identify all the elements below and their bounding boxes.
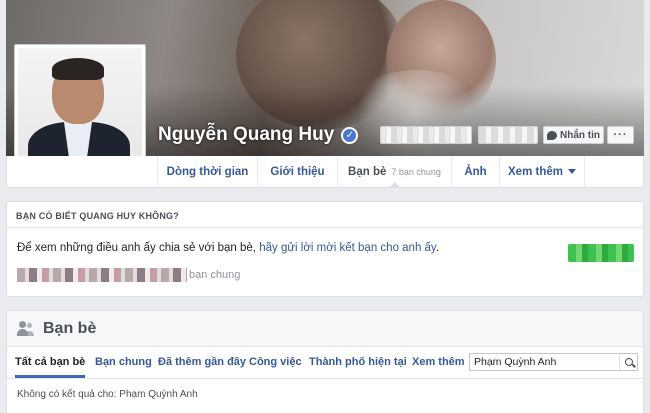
tab-photos[interactable]: Ảnh	[451, 156, 499, 187]
add-friend-button[interactable]	[568, 244, 634, 262]
verified-icon: ✓	[341, 126, 359, 144]
profile-name[interactable]: Nguyễn Quang Huy ✓	[158, 124, 359, 146]
friends-title: Bạn bè	[43, 319, 97, 337]
tab-label: Bạn bè	[348, 165, 387, 178]
tab-all-friends[interactable]: Tất cả bạn bè	[15, 356, 86, 378]
card-text-start: Để xem những điều anh ấy chia sẻ với bạn…	[17, 242, 260, 254]
friends-header: Bạn bè	[7, 311, 643, 347]
profile-nav-bar: Dòng thời gian Giới thiệu Bạn bè 7 bạn c…	[6, 156, 644, 188]
mutual-friends-avatars[interactable]	[17, 268, 187, 282]
card-text: Để xem những điều anh ấy chia sẻ với bạn…	[17, 242, 439, 254]
profile-name-text[interactable]: Nguyễn Quang Huy	[158, 124, 334, 146]
search-button[interactable]	[619, 354, 637, 370]
tab-recently-added[interactable]: Đã thêm gần đây	[158, 356, 246, 368]
caret-down-icon	[567, 169, 576, 174]
add-friend-blurred-button[interactable]	[380, 126, 472, 144]
no-results-message: Không có kết quả cho: Phạm Quỳnh Anh	[17, 389, 198, 400]
friends-search-input[interactable]	[470, 354, 619, 370]
tab-more[interactable]: Xem thêm	[499, 156, 585, 187]
tab-about[interactable]: Giới thiệu	[257, 156, 337, 187]
more-options-button[interactable]: ···	[607, 126, 634, 144]
profile-photo	[18, 48, 142, 172]
message-button[interactable]: Nhắn tin	[543, 126, 604, 144]
friends-icon	[17, 321, 35, 336]
mutual-friends-row[interactable]: bạn chung	[17, 268, 240, 282]
tab-label: Giới thiệu	[270, 165, 325, 178]
tab-mutual-friends[interactable]: Bạn chung	[95, 356, 152, 368]
friends-search-box	[469, 353, 638, 371]
friends-section: Bạn bè Tất cả bạn bè Bạn chung Đã thêm g…	[6, 310, 644, 413]
tab-timeline[interactable]: Dòng thời gian	[157, 156, 257, 187]
photo-shape	[52, 58, 104, 80]
messenger-icon	[547, 130, 557, 140]
tab-see-more[interactable]: Xem thêm	[412, 356, 465, 368]
tab-friends[interactable]: Bạn bè 7 bạn chung	[337, 156, 451, 188]
tab-label: Dòng thời gian	[166, 165, 249, 178]
tab-work[interactable]: Công việc	[249, 356, 302, 368]
mutual-friends-label: bạn chung	[189, 269, 241, 281]
friends-filter-tabs: Tất cả bạn bè Bạn chung Đã thêm gần đây …	[7, 347, 643, 379]
card-text-end: .	[435, 242, 440, 254]
follow-blurred-button[interactable]	[478, 126, 538, 144]
search-icon	[624, 358, 633, 366]
tab-label: Xem thêm	[508, 165, 563, 178]
tab-sub-label: 7 bạn chung	[391, 166, 441, 177]
message-button-label: Nhắn tin	[560, 129, 600, 141]
do-you-know-card: BẠN CÓ BIẾT QUANG HUY KHÔNG? Để xem nhữn…	[6, 201, 644, 297]
send-friend-request-link[interactable]: hãy gửi lời mời kết bạn cho anh ấy	[259, 242, 436, 254]
card-header: BẠN CÓ BIẾT QUANG HUY KHÔNG?	[7, 202, 643, 228]
tab-current-city[interactable]: Thành phố hiện tại	[309, 356, 407, 368]
tab-label: Ảnh	[464, 165, 487, 178]
